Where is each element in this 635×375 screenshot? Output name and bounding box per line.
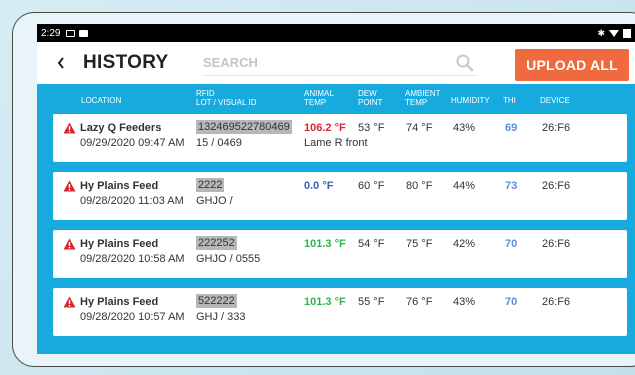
app-screen: 2:29 ✱ HISTORY UPLOAD ALL LOCATION <box>37 24 635 354</box>
chevron-left-icon <box>57 57 64 69</box>
record-datetime: 09/29/2020 09:47 AM <box>80 137 185 149</box>
battery-icon <box>623 28 631 38</box>
table-row[interactable]: Lazy Q Feeders 09/29/2020 09:47 AM 13246… <box>53 114 627 162</box>
humidity: 44% <box>453 180 476 192</box>
col-dew-line1: DEW <box>358 89 377 98</box>
search-icon[interactable] <box>455 53 475 73</box>
lot-visual-id: GHJ / 333 <box>196 311 246 323</box>
location-name: Hy Plains Feed <box>80 238 159 250</box>
humidity: 43% <box>453 296 476 308</box>
col-animal-temp: ANIMAL TEMP <box>304 89 334 107</box>
search-box <box>203 50 477 76</box>
humidity: 43% <box>453 122 476 134</box>
warning-icon <box>63 296 76 308</box>
lot-visual-id: GHJO / <box>196 195 233 207</box>
thi-value: 73 <box>505 180 518 192</box>
animal-temp: 0.0 °F <box>304 180 334 192</box>
dew-point: 55 °F <box>358 296 385 308</box>
humidity: 42% <box>453 238 476 250</box>
col-animal-line1: ANIMAL <box>304 89 334 98</box>
record-datetime: 09/28/2020 10:57 AM <box>80 311 185 323</box>
device-id: 26:F6 <box>542 238 571 250</box>
warning-icon <box>63 122 76 134</box>
table-row[interactable]: Hy Plains Feed 09/28/2020 10:57 AM 52222… <box>53 288 627 336</box>
col-rfid-line1: RFID <box>196 89 215 98</box>
upload-all-button[interactable]: UPLOAD ALL <box>515 49 629 81</box>
location-name: Hy Plains Feed <box>80 296 159 308</box>
history-table: LOCATION RFID LOT / VISUAL ID ANIMAL TEM… <box>37 84 635 354</box>
col-ambient-line2: TEMP <box>405 98 428 107</box>
col-ambient-temp: AMBIENT TEMP <box>405 89 441 107</box>
record-datetime: 09/28/2020 11:03 AM <box>80 195 184 207</box>
thi-value: 69 <box>505 122 518 134</box>
device-id: 26:F6 <box>542 296 571 308</box>
col-animal-line2: TEMP <box>304 98 327 107</box>
dew-point: 53 °F <box>358 122 385 134</box>
lot-visual-id: 15 / 0469 <box>196 137 242 149</box>
notification-icon <box>79 29 89 37</box>
search-input[interactable] <box>203 50 477 75</box>
col-dew-line2: POINT <box>358 98 383 107</box>
ambient-temp: 76 °F <box>406 296 433 308</box>
table-row[interactable]: Hy Plains Feed 09/28/2020 10:58 AM 22225… <box>53 230 627 278</box>
col-rfid-line2: LOT / VISUAL ID <box>196 98 257 107</box>
location-name: Hy Plains Feed <box>80 180 159 192</box>
rfid-tag: 2222 <box>196 178 225 192</box>
col-thi: THI <box>503 96 516 105</box>
animal-temp: 101.3 °F <box>304 238 346 250</box>
warning-icon <box>63 238 76 250</box>
record-datetime: 09/28/2020 10:58 AM <box>80 253 185 265</box>
animal-temp: 101.3 °F <box>304 296 346 308</box>
location-name: Lazy Q Feeders <box>80 122 162 134</box>
table-row[interactable]: Hy Plains Feed 09/28/2020 11:03 AM 2222 … <box>53 172 627 220</box>
bluetooth-icon: ✱ <box>597 27 605 38</box>
ambient-temp: 80 °F <box>406 180 433 192</box>
page-title: HISTORY <box>83 52 169 73</box>
dew-point: 60 °F <box>358 180 385 192</box>
rfid-tag: 522222 <box>196 294 237 308</box>
col-humidity: HUMIDITY <box>451 96 490 105</box>
col-dew-point: DEW POINT <box>358 89 382 107</box>
warning-icon <box>63 180 76 192</box>
animal-temp: 106.2 °F <box>304 122 346 134</box>
table-header: LOCATION RFID LOT / VISUAL ID ANIMAL TEM… <box>37 84 635 112</box>
status-bar: 2:29 ✱ <box>37 24 635 42</box>
rfid-tag: 222252 <box>196 236 237 250</box>
thi-value: 70 <box>505 238 518 250</box>
dew-point: 54 °F <box>358 238 385 250</box>
record-note: Lame R front <box>304 137 368 149</box>
lot-visual-id: GHJO / 0555 <box>196 253 261 265</box>
ambient-temp: 75 °F <box>406 238 433 250</box>
status-time: 2:29 <box>41 27 61 39</box>
device-id: 26:F6 <box>542 180 571 192</box>
ambient-temp: 74 °F <box>406 122 433 134</box>
wifi-icon <box>609 29 619 37</box>
col-ambient-line1: AMBIENT <box>405 89 441 98</box>
app-header: HISTORY UPLOAD ALL <box>37 42 635 84</box>
thi-value: 70 <box>505 296 518 308</box>
gallery-notification-icon <box>66 29 76 37</box>
col-device: DEVICE <box>540 96 570 105</box>
back-button[interactable] <box>47 49 75 77</box>
device-id: 26:F6 <box>542 122 571 134</box>
col-location: LOCATION <box>81 96 122 105</box>
rfid-tag: 132469522780469 <box>196 120 292 134</box>
col-rfid: RFID LOT / VISUAL ID <box>196 89 256 107</box>
